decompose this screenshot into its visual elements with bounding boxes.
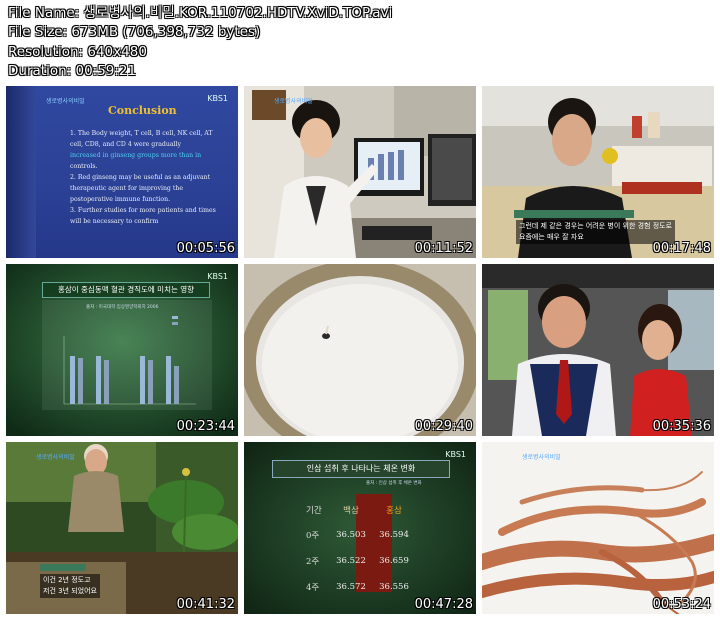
chart-bar [104,360,109,404]
table-row: 2주 36.522 36.659 [306,548,412,574]
thumbnail-9[interactable]: 생로병사의비밀 00:53:24 [482,442,714,614]
thumbnail-1[interactable]: 생로병사의비밀 KBS1 Conclusion 1. The Body weig… [6,86,238,258]
subtitle: 그런데 제 같은 경우는 어려운 병이 위한 경험 정도로 요즘에는 매우 잘 … [516,220,676,244]
slide-line: will be necessary to confirm [70,218,159,225]
caption-tag [514,210,634,218]
office-scene [244,86,476,258]
chart-bar [78,358,83,404]
subtitle: 이건 2년 정도고 저건 3년 되었어요 [40,574,100,598]
duration-label: Duration: 00:59:21 [8,63,137,79]
slide-line: 2. Red ginseng may be useful as an adjuv… [70,174,211,181]
slide-frame [6,86,36,258]
program-logo: 생로병사의비밀 [46,98,85,105]
subtitle-line: 요즘에는 매우 잘 자요 [519,233,584,241]
program-logo: 생로병사의비밀 [36,454,75,461]
subtitle-line: 이건 2년 정도고 [43,576,91,584]
slide-line: increased in ginseng groups more than in [70,152,202,159]
caption-tag [40,564,86,571]
slide-title: Conclusion [108,104,177,117]
thumbnail-3[interactable]: 그런데 제 같은 경우는 어려운 병이 위한 경험 정도로 요즘에는 매우 잘 … [482,86,714,258]
table-cell: 2주 [306,557,320,567]
timestamp: 00:53:24 [652,597,711,612]
timestamp: 00:05:56 [176,241,235,256]
table-row: 0주 36.503 36.594 [306,522,412,548]
ginseng-root-image [482,442,714,614]
resolution-label: Resolution: 640x480 [8,44,147,60]
table-row: 4주 36.572 36.556 [306,574,412,600]
file-size-label: File Size: 673MB (706,398,732 bytes) [8,24,261,40]
chart-bar [70,356,75,404]
file-name-label: File Name: 생로병사의.비밀.KOR.110702.HDTV.XviD… [8,5,393,21]
table-header: 홍삼 [386,506,402,516]
thumbnail-6[interactable]: 00:35:36 [482,264,714,436]
table-cell: 36.594 [379,530,409,540]
table-header: 기간 [306,506,322,516]
table-cell: 36.572 [336,582,366,592]
subtitle-line: 저건 3년 되었어요 [43,587,97,595]
chart-bar [148,360,153,404]
thumbnail-5[interactable]: 00:29:40 [244,264,476,436]
slide-line: cell, CD8, and CD 4 were gradually [70,141,181,148]
temperature-table: 기간 백삼 홍삼 0주 36.503 36.594 2주 36.522 36.6… [306,498,412,600]
table-cell: 36.503 [336,530,366,540]
timestamp: 00:23:44 [176,419,235,434]
thumbnail-2[interactable]: 생로병사의비밀 00:11:52 [244,86,476,258]
chart-bar [166,356,171,404]
thumbnail-8[interactable]: KBS1 인삼 섭취 후 나타나는 체온 변화 출처 : 인삼 섭취 후 체온 … [244,442,476,614]
table-header: 백삼 [343,506,359,516]
table-cell: 36.522 [336,556,366,566]
timestamp: 00:41:32 [176,597,235,612]
kbs-logo: KBS1 [445,450,466,459]
car-scene [482,264,714,436]
table-cell: 36.659 [379,556,409,566]
table-cell: 36.556 [379,582,409,592]
program-logo: 생로병사의비밀 [274,98,313,105]
bar-chart [63,316,196,405]
slide-line: postoperative immune function. [70,196,171,203]
table-title: 인삼 섭취 후 나타나는 체온 변화 [272,460,450,478]
table-cell: 0주 [306,531,320,541]
slide-line: controls. [70,163,98,170]
subtitle-line: 그런데 제 같은 경우는 어려운 병이 위한 경험 정도로 [519,222,673,230]
thumbnail-7[interactable]: 생로병사의비밀 이건 2년 정도고 저건 3년 되었어요 00:41:32 [6,442,238,614]
timestamp: 00:29:40 [414,419,473,434]
table-header-row: 기간 백삼 홍삼 [306,498,412,522]
slide-line: therapeutic agent for improving the [70,185,183,192]
slide-line: 1. The Body weight, T cell, B cell, NK c… [70,130,213,137]
timestamp: 00:35:36 [652,419,711,434]
bowl-scene [244,264,476,436]
timestamp: 00:17:48 [652,241,711,256]
table-source: 출처 : 인삼 섭취 후 체온 변화 [366,481,422,486]
slide-body: 1. The Body weight, T cell, B cell, NK c… [70,128,230,227]
chart-bar [174,366,179,404]
program-logo: 생로병사의비밀 [522,454,561,461]
thumbnail-4[interactable]: KBS1 홍삼이 중심동맥 혈관 경직도에 미치는 영향 출처 : 미국대학 임… [6,264,238,436]
kbs-logo: KBS1 [207,94,228,103]
slide-line: 3. Further studies for more patients and… [70,207,216,214]
timestamp: 00:11:52 [414,241,473,256]
timestamp: 00:47:28 [414,597,473,612]
chart-bar [140,356,145,404]
chart-bar [96,356,101,404]
table-cell: 4주 [306,583,320,593]
